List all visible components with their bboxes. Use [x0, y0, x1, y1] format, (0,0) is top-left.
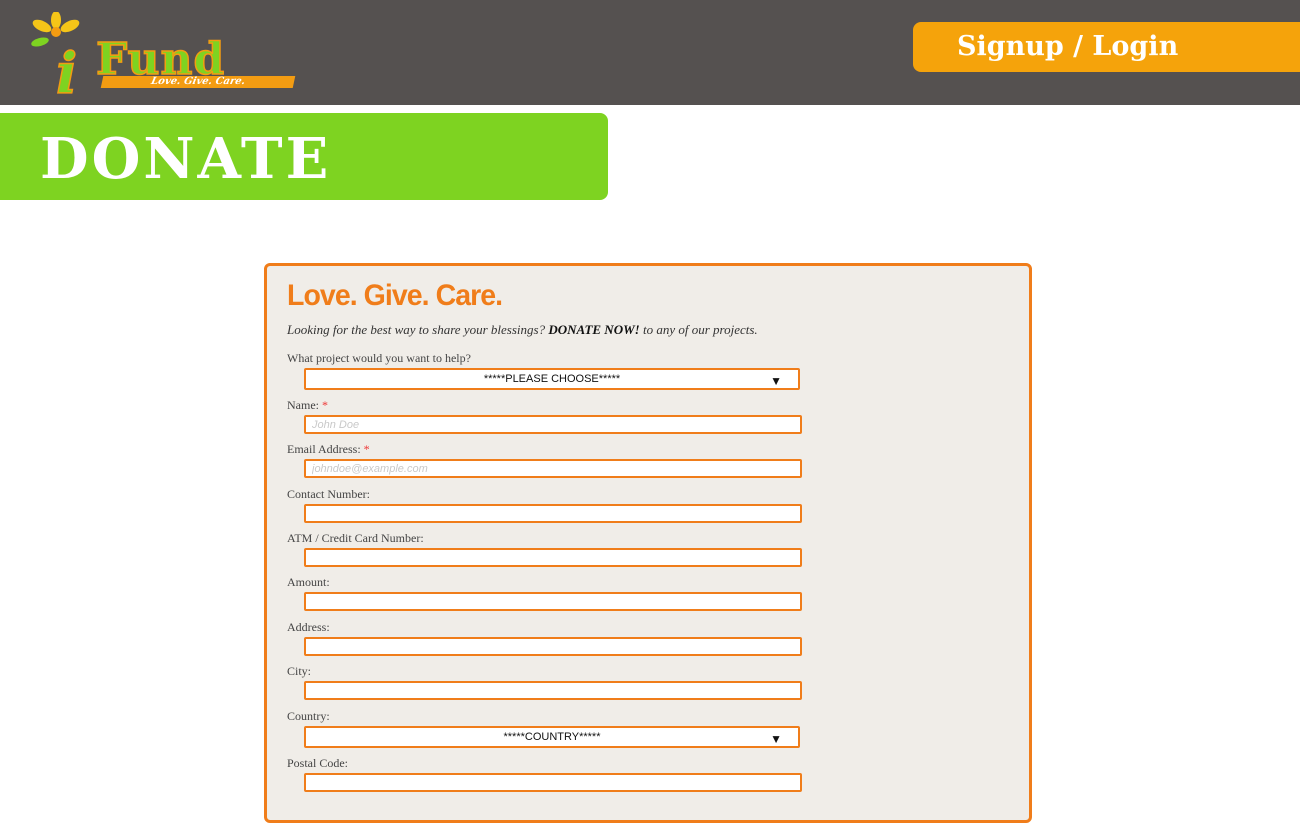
email-input[interactable]	[304, 459, 802, 478]
project-select-value: *****PLEASE CHOOSE*****	[483, 373, 621, 385]
country-select[interactable]: *****COUNTRY***** ▼	[304, 726, 800, 748]
intro-emphasis: DONATE NOW!	[548, 322, 640, 337]
project-label: What project would you want to help?	[287, 351, 471, 365]
country-select-value: *****COUNTRY*****	[503, 731, 601, 743]
form-intro: Looking for the best way to share your b…	[287, 322, 758, 338]
dropdown-arrow-icon: ▼	[770, 374, 782, 388]
donation-form: Love. Give. Care. Looking for the best w…	[264, 263, 1032, 823]
dropdown-arrow-icon: ▼	[770, 732, 782, 746]
page-title: DONATE	[40, 126, 332, 192]
logo-tagline: Love. Give. Care.	[100, 76, 296, 88]
card-number-input[interactable]	[304, 548, 802, 567]
city-label: City:	[287, 664, 312, 678]
top-header: i Fund Love. Give. Care. Signup / Login	[0, 0, 1300, 105]
postal-code-input[interactable]	[304, 773, 802, 792]
required-mark: *	[322, 398, 328, 412]
form-heading: Love. Give. Care.	[287, 279, 503, 312]
name-label-text: Name:	[287, 398, 319, 412]
donate-banner: DONATE	[0, 113, 608, 200]
name-input[interactable]	[304, 415, 802, 434]
address-input[interactable]	[304, 637, 802, 656]
signup-login-button[interactable]: Signup / Login	[913, 22, 1300, 72]
intro-text-end: to any of our projects.	[639, 322, 758, 337]
contact-input[interactable]	[304, 504, 802, 523]
postal-code-label: Postal Code:	[287, 756, 349, 770]
required-mark: *	[363, 442, 370, 456]
name-label: Name: *	[287, 398, 328, 413]
contact-label: Contact Number:	[287, 487, 370, 501]
card-number-label: ATM / Credit Card Number:	[287, 531, 424, 545]
email-label: Email Address: *	[287, 442, 370, 457]
ifund-logo[interactable]: i Fund Love. Give. Care.	[26, 12, 306, 103]
project-select[interactable]: *****PLEASE CHOOSE***** ▼	[304, 368, 800, 390]
intro-text-start: Looking for the best way to share your b…	[287, 322, 549, 337]
city-input[interactable]	[304, 681, 802, 700]
logo-letter: i	[55, 41, 78, 107]
amount-input[interactable]	[304, 592, 802, 611]
email-label-text: Email Address:	[287, 442, 361, 456]
address-label: Address:	[287, 620, 330, 634]
country-label: Country:	[287, 709, 330, 723]
amount-label: Amount:	[287, 575, 330, 589]
